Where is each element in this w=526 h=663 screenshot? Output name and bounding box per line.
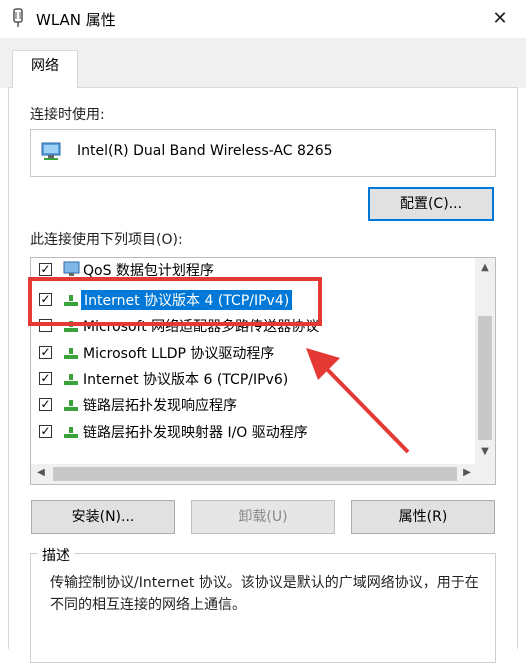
list-item-label: 链路层拓扑发现映射器 I/O 驱动程序 [83,425,308,441]
adapter-box: Intel(R) Dual Band Wireless-AC 8265 [30,129,496,177]
checkbox[interactable] [39,398,52,411]
checkbox[interactable] [39,319,52,332]
list-item-label: Microsoft LLDP 协议驱动程序 [83,346,275,362]
list-item-label: Microsoft 网络适配器多路传送器协议 [83,319,320,335]
list-item-selected[interactable]: Internet 协议版本 4 (TCP/IPv4) [31,287,471,313]
close-button[interactable]: ✕ [480,2,520,36]
wifi-adapter-icon [13,8,23,27]
uninstall-button-label: 卸载(U) [238,509,288,525]
network-protocol-icon [64,321,78,332]
properties-button-label: 属性(R) [398,509,448,525]
checkbox[interactable] [39,372,52,385]
scrollbar-corner [475,464,495,484]
uninstall-button[interactable]: 卸载(U) [191,500,335,534]
scroll-down-icon[interactable]: ▼ [475,446,495,457]
tab-network-label: 网络 [31,58,59,74]
network-adapter-icon [41,142,61,160]
configure-button-label: 配置(C)... [399,196,463,212]
vertical-scroll-thumb[interactable] [478,316,492,440]
description-title: 描述 [38,545,74,565]
scroll-right-icon[interactable]: ▶ [457,467,477,478]
scroll-up-icon[interactable]: ▲ [475,262,495,273]
list-item-label: QoS 数据包计划程序 [83,263,214,279]
list-item[interactable]: QoS 数据包计划程序 [31,258,471,283]
tab-network[interactable]: 网络 [12,50,78,88]
list-item-label: Internet 协议版本 6 (TCP/IPv6) [83,372,289,388]
configure-button[interactable]: 配置(C)... [368,187,494,221]
vertical-scrollbar[interactable]: ▲ ▼ [475,258,495,464]
annotation-arrow-icon [306,348,410,454]
checkbox[interactable] [39,293,52,306]
list-item-label: 链路层拓扑发现响应程序 [83,398,237,414]
network-protocol-icon [64,348,78,359]
network-protocol-icon [64,400,78,411]
description-text: 传输控制协议/Internet 协议。该协议是默认的广域网络协议，用于在不同的相… [50,575,479,613]
checkbox[interactable] [39,425,52,438]
components-label: 此连接使用下列项目(O): [30,232,183,248]
install-button-label: 安装(N)... [71,509,135,525]
qos-icon [63,261,80,276]
network-protocol-icon [64,374,78,385]
properties-button[interactable]: 属性(R) [351,500,495,534]
install-button[interactable]: 安装(N)... [31,500,175,534]
network-protocol-icon [64,295,78,306]
close-icon: ✕ [492,8,508,29]
window-title: WLAN 属性 [36,11,116,29]
tab-strip [0,38,526,88]
list-item-label: Internet 协议版本 4 (TCP/IPv4) [81,290,293,310]
connect-using-label: 连接时使用: [30,107,105,123]
adapter-name: Intel(R) Dual Band Wireless-AC 8265 [77,143,333,159]
title-bar: WLAN 属性 ✕ [0,0,526,38]
checkbox[interactable] [39,263,52,276]
network-protocol-icon [64,427,78,438]
list-item[interactable]: Microsoft 网络适配器多路传送器协议 [31,313,471,339]
checkbox[interactable] [39,346,52,359]
scroll-left-icon[interactable]: ◀ [31,467,51,478]
